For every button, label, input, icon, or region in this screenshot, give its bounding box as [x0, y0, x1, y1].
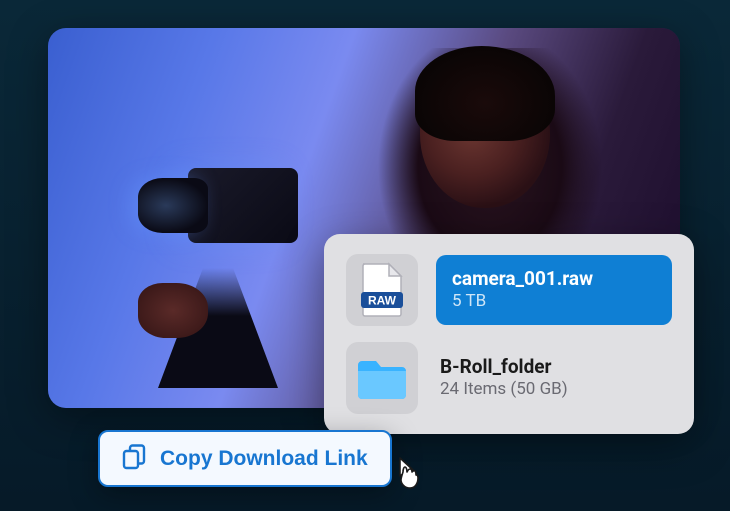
- copy-icon: [122, 444, 146, 473]
- file-size: 5 TB: [452, 290, 656, 313]
- file-name: B-Roll_folder: [440, 355, 668, 379]
- file-info-selected: camera_001.raw 5 TB: [436, 255, 672, 326]
- file-list-panel: RAW camera_001.raw 5 TB B-Roll_folder 24…: [324, 234, 694, 434]
- raw-file-icon: RAW: [346, 254, 418, 326]
- pointer-cursor-icon: [390, 454, 424, 492]
- copy-button-label: Copy Download Link: [160, 447, 368, 471]
- file-name: camera_001.raw: [452, 267, 656, 291]
- raw-badge-text: RAW: [368, 294, 397, 308]
- file-info: B-Roll_folder 24 Items (50 GB): [436, 349, 672, 408]
- folder-icon: [346, 342, 418, 414]
- file-row[interactable]: B-Roll_folder 24 Items (50 GB): [346, 342, 672, 414]
- file-item-count: 24 Items (50 GB): [440, 378, 668, 401]
- file-row[interactable]: RAW camera_001.raw 5 TB: [346, 254, 672, 326]
- copy-download-link-button[interactable]: Copy Download Link: [98, 430, 392, 487]
